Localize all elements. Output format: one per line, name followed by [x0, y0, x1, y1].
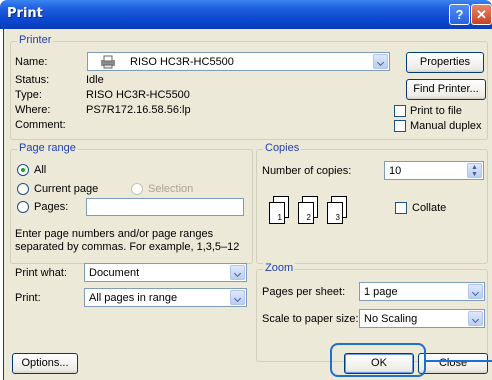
zoom-group-label: Zoom	[263, 262, 296, 274]
pages-radio[interactable]	[17, 201, 29, 213]
print-to-file-label: Print to file	[410, 105, 462, 117]
status-value: Idle	[86, 74, 104, 86]
print-label: Print:	[15, 292, 41, 304]
pages-per-sheet-value: 1 page	[364, 286, 398, 298]
collate-checkbox[interactable]	[395, 202, 407, 214]
close-button[interactable]: Close	[418, 353, 488, 374]
dialog-body: Printer Name: RISO HC3R-HC5500 Propertie…	[3, 29, 492, 380]
spinner-arrows-icon[interactable]: ▲ ▼	[467, 163, 482, 178]
chevron-down-icon[interactable]	[230, 265, 245, 280]
print-to-file-checkbox[interactable]	[394, 105, 406, 117]
all-pages-label: All	[34, 164, 47, 176]
manual-duplex-label: Manual duplex	[410, 120, 482, 132]
printer-icon	[100, 55, 116, 69]
print-value: All pages in range	[89, 292, 178, 304]
print-what-label: Print what:	[15, 267, 67, 279]
options-button-label: Options...	[21, 357, 69, 369]
manual-duplex-checkbox[interactable]	[394, 120, 406, 132]
collate-label: Collate	[412, 202, 447, 214]
chevron-down-icon[interactable]	[468, 311, 483, 326]
window-close-button[interactable]: ✕	[471, 4, 492, 25]
type-label: Type:	[15, 89, 42, 101]
selection-radio[interactable]	[131, 183, 143, 195]
print-select[interactable]: All pages in range	[84, 288, 247, 307]
options-button[interactable]: Options...	[12, 353, 78, 374]
copies-group-label: Copies	[263, 142, 302, 154]
callout-pointer-line	[426, 360, 492, 362]
print-dialog: Print ? ✕ Printer Name: RISO HC3R-HC5500…	[0, 0, 492, 380]
selection-label: Selection	[148, 183, 194, 195]
collate-page-1: 1	[269, 202, 285, 224]
title-bar: Print ? ✕	[0, 0, 492, 29]
help-button[interactable]: ?	[449, 4, 470, 25]
find-printer-button[interactable]: Find Printer...	[406, 79, 486, 100]
status-label: Status:	[15, 74, 50, 86]
current-page-radio[interactable]	[17, 183, 29, 195]
collate-pages-icon: 1 2 3	[269, 196, 359, 236]
all-pages-radio[interactable]	[17, 164, 29, 176]
pages-per-sheet-select[interactable]: 1 page	[359, 282, 485, 301]
page-range-group-label: Page range	[17, 142, 78, 154]
collate-page-3: 3	[327, 202, 343, 224]
pages-input[interactable]	[86, 198, 244, 216]
type-value: RISO HC3R-HC5500	[86, 89, 190, 101]
pages-per-sheet-label: Pages per sheet:	[262, 286, 346, 298]
properties-button[interactable]: Properties	[406, 52, 484, 73]
number-of-copies-spinner[interactable]: 10 ▲ ▼	[384, 161, 484, 180]
properties-button-label: Properties	[419, 56, 471, 68]
name-label: Name:	[15, 56, 48, 68]
comment-label: Comment:	[15, 119, 66, 131]
printer-name-select[interactable]: RISO HC3R-HC5500	[87, 52, 390, 71]
find-printer-button-label: Find Printer...	[413, 83, 479, 95]
current-page-label: Current page	[34, 183, 99, 195]
printer-group-label: Printer	[17, 34, 54, 46]
scale-to-paper-size-select[interactable]: No Scaling	[359, 309, 485, 328]
page-range-help-text: Enter page numbers and/or page ranges se…	[15, 228, 240, 253]
print-what-value: Document	[89, 267, 140, 279]
pages-label: Pages:	[34, 201, 69, 213]
number-of-copies-value: 10	[389, 165, 402, 177]
where-label: Where:	[15, 104, 51, 116]
close-button-label: Close	[438, 357, 468, 369]
chevron-down-icon[interactable]	[230, 290, 245, 305]
chevron-down-icon[interactable]	[468, 284, 483, 299]
where-value: PS7R172.16.58.56:lp	[86, 104, 191, 116]
number-of-copies-label: Number of copies:	[262, 165, 352, 177]
collate-page-2: 2	[298, 202, 314, 224]
printer-name-value: RISO HC3R-HC5500	[130, 56, 234, 68]
scale-to-paper-size-label: Scale to paper size:	[262, 313, 359, 325]
print-what-select[interactable]: Document	[84, 263, 247, 282]
chevron-down-icon[interactable]	[373, 54, 388, 69]
ok-highlight-callout	[330, 343, 426, 377]
scale-to-paper-size-value: No Scaling	[364, 313, 418, 325]
window-title: Print	[7, 6, 43, 21]
